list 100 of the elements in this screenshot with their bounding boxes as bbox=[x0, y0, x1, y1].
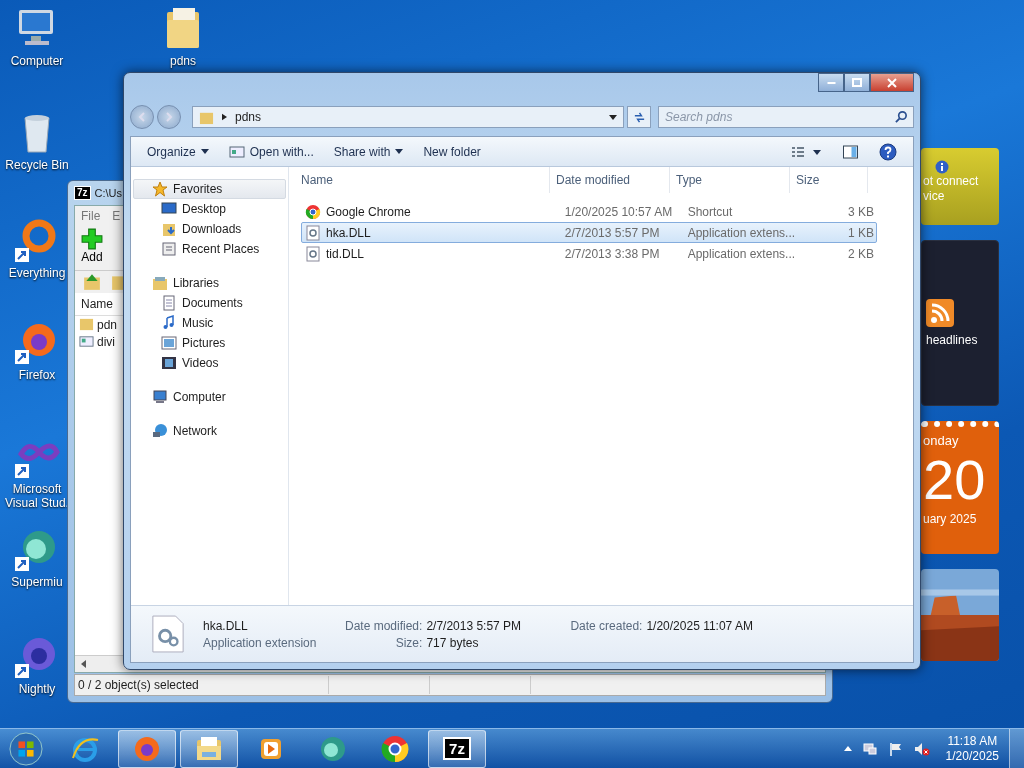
nav-item[interactable]: Music bbox=[131, 313, 288, 333]
recent-places-icon bbox=[161, 241, 177, 257]
star-icon bbox=[152, 181, 168, 197]
help-icon bbox=[879, 142, 897, 161]
gadget-text: vice bbox=[923, 189, 945, 204]
desktop-icon-label[interactable]: pdns bbox=[170, 54, 196, 68]
desktop-icon-label[interactable]: Nightly bbox=[18, 682, 56, 696]
refresh-button[interactable] bbox=[627, 106, 651, 128]
file-type: Shortcut bbox=[686, 204, 734, 219]
refresh-icon bbox=[632, 110, 646, 124]
month-label: uary 2025 bbox=[923, 512, 977, 526]
weekday-label: onday bbox=[923, 433, 959, 448]
toolbar-button[interactable]: Open with... bbox=[220, 141, 322, 162]
file-name: hka.DLL bbox=[203, 618, 249, 633]
window-title: C:\Us bbox=[94, 187, 123, 199]
gear-file-icon bbox=[305, 245, 321, 262]
file-size: 1 KB bbox=[847, 225, 875, 240]
taskbar-app-button[interactable] bbox=[118, 729, 176, 768]
globe-icon bbox=[152, 423, 168, 439]
nav-item[interactable]: Libraries bbox=[133, 273, 286, 293]
nav-item[interactable]: Recent Places bbox=[131, 239, 288, 259]
chevron-icon[interactable] bbox=[222, 113, 227, 121]
column-header[interactable]: Size bbox=[790, 167, 868, 193]
nav-item[interactable]: Network bbox=[133, 421, 286, 441]
up-folder-icon[interactable] bbox=[83, 273, 101, 291]
nav-item[interactable]: Pictures bbox=[131, 333, 288, 353]
file-size: 2 KB bbox=[847, 246, 875, 261]
day-number: 20 bbox=[923, 448, 986, 512]
nav-item[interactable]: Computer bbox=[133, 387, 286, 407]
nav-item[interactable]: Desktop bbox=[131, 199, 288, 219]
column-header[interactable]: Date modified bbox=[550, 167, 670, 193]
date-modified: 1/20/2025 10:57 AM bbox=[563, 204, 674, 219]
film-icon bbox=[161, 355, 177, 371]
chrome-icon bbox=[305, 203, 321, 220]
toolbar-button[interactable]: Organize bbox=[139, 141, 217, 162]
flag-icon[interactable] bbox=[887, 740, 904, 757]
nav-item[interactable]: Videos bbox=[131, 353, 288, 373]
desktop-icon-label[interactable]: Microsoft Visual Stud. bbox=[5, 482, 69, 510]
show-hidden-icons-arrow[interactable] bbox=[843, 746, 852, 751]
desktop-icon-label[interactable]: Firefox bbox=[18, 368, 56, 382]
program-icon bbox=[228, 145, 245, 158]
clock-time[interactable]: 11:18 AM bbox=[947, 733, 998, 749]
taskbar-app-button[interactable] bbox=[180, 729, 238, 768]
windows-logo-icon bbox=[9, 731, 43, 766]
file-size: 3 KB bbox=[847, 204, 875, 219]
network-icon[interactable] bbox=[861, 740, 878, 757]
desktop-icon-label[interactable]: Recycle Bin bbox=[5, 158, 69, 172]
detail-value: 1/20/2025 11:07 AM bbox=[646, 618, 753, 633]
nav-item[interactable]: Downloads bbox=[131, 219, 288, 239]
maximize-button[interactable] bbox=[844, 73, 870, 92]
file-name: hka.DLL bbox=[326, 225, 371, 240]
clock-date[interactable]: 1/20/2025 bbox=[945, 748, 999, 764]
file-name: tid.DLL bbox=[326, 246, 365, 261]
app-logo: 7z bbox=[74, 186, 91, 200]
add-button[interactable]: Add bbox=[81, 228, 103, 264]
file-name[interactable]: divi bbox=[97, 334, 115, 349]
caret-icon bbox=[395, 149, 404, 154]
plus-icon bbox=[81, 228, 103, 250]
file-name[interactable]: pdn bbox=[97, 317, 118, 332]
search-icon[interactable] bbox=[895, 110, 908, 123]
caret-icon[interactable] bbox=[609, 114, 617, 120]
maximize-icon bbox=[852, 77, 862, 88]
toolbar-button[interactable]: New folder bbox=[415, 141, 489, 162]
taskbar-app-button[interactable]: 7z bbox=[428, 729, 486, 768]
file-icon bbox=[79, 334, 94, 349]
detail-label: Date created: bbox=[569, 618, 643, 633]
file-name: Google Chrome bbox=[326, 204, 411, 219]
file-type: Application extens... bbox=[686, 225, 797, 240]
pane-icon bbox=[842, 144, 859, 159]
column-header[interactable]: Type bbox=[670, 167, 790, 193]
toolbar-button[interactable]: Share with bbox=[325, 141, 412, 162]
column-header[interactable]: Name bbox=[289, 167, 550, 193]
detail-label: Size: bbox=[394, 635, 423, 650]
nav-item[interactable]: Documents bbox=[131, 293, 288, 313]
address-bar[interactable]: pdns bbox=[192, 106, 624, 128]
nav-item[interactable]: Favorites bbox=[133, 179, 286, 199]
menu-item[interactable]: File bbox=[81, 209, 101, 223]
file-row[interactable]: hka.DLL 2/7/2013 5:57 PM Application extens... 1 KB bbox=[301, 222, 877, 243]
download-folder-icon bbox=[161, 221, 177, 237]
close-button[interactable] bbox=[870, 73, 914, 92]
desktop-icon-label[interactable]: Everything bbox=[8, 266, 66, 280]
desktop-icon-label[interactable]: Supermiu bbox=[11, 575, 63, 589]
chrome-icon bbox=[380, 733, 410, 764]
gadget-text: ot connect bbox=[923, 174, 979, 189]
column-header[interactable]: Name bbox=[81, 297, 113, 311]
menu-item[interactable]: E bbox=[112, 209, 121, 223]
file-row[interactable]: tid.DLL 2/7/2013 3:38 PM Application extens... 2 KB bbox=[301, 243, 877, 264]
date-modified: 2/7/2013 5:57 PM bbox=[563, 225, 661, 240]
search-field[interactable]: Search pdns bbox=[658, 106, 914, 128]
file-row[interactable]: Google Chrome 1/20/2025 10:57 AM Shortcut 3 KB bbox=[301, 201, 877, 222]
minimize-button[interactable] bbox=[818, 73, 844, 92]
desktop-icon-label[interactable]: Computer bbox=[10, 54, 64, 68]
music-note-icon bbox=[161, 315, 177, 331]
detail-value: 717 bytes bbox=[426, 635, 480, 650]
close-icon bbox=[887, 77, 897, 88]
date-modified: 2/7/2013 3:38 PM bbox=[563, 246, 661, 261]
list-view-icon bbox=[790, 145, 822, 158]
gear-file-icon bbox=[305, 224, 321, 241]
caret-icon bbox=[200, 149, 209, 154]
show-desktop-button[interactable] bbox=[1009, 728, 1024, 768]
